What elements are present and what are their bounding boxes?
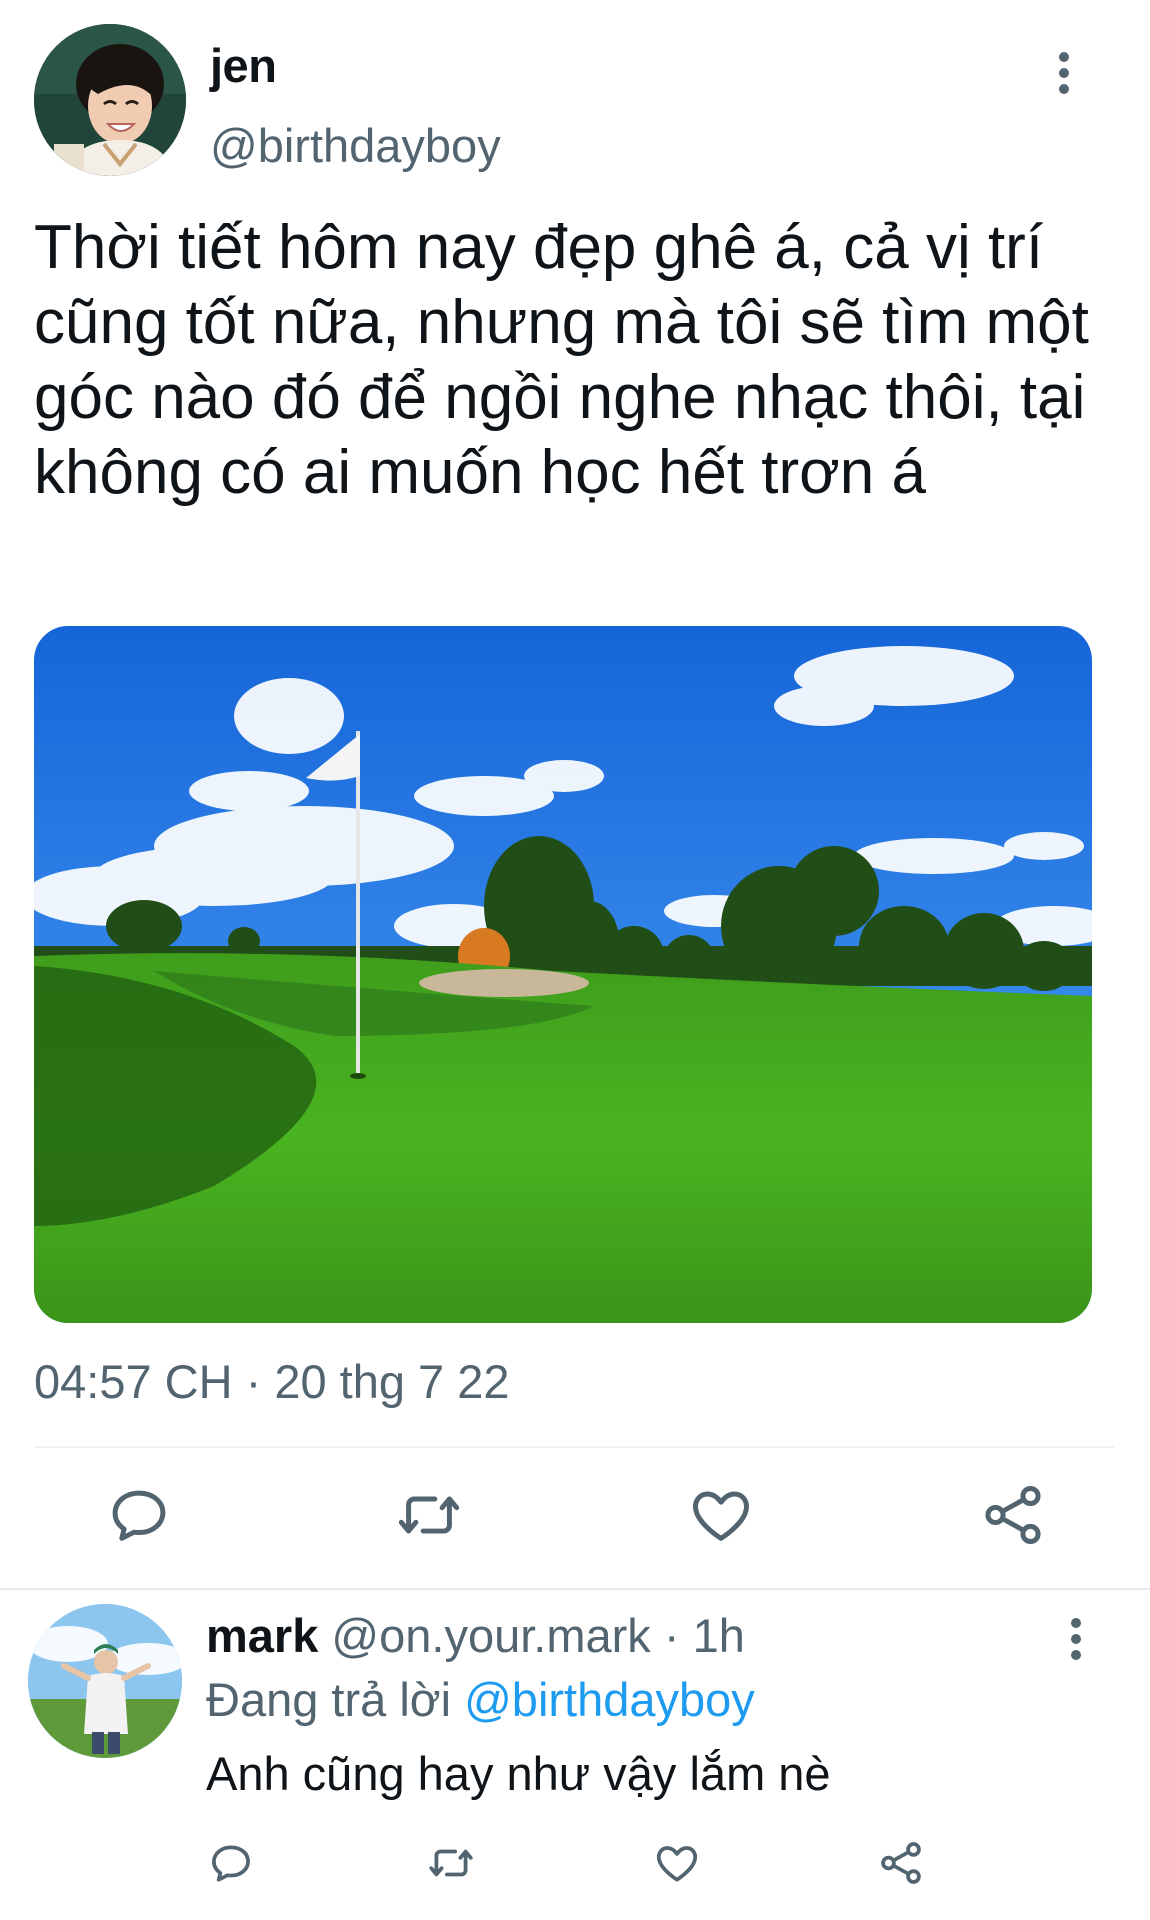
author-name[interactable]: jen [210,38,277,93]
share-icon [985,1485,1041,1545]
like-button[interactable] [686,1480,756,1550]
more-dot [1059,68,1069,78]
reply-time[interactable]: 1h [693,1609,745,1662]
golf-course-image [34,626,1092,1323]
reply-button[interactable] [104,1480,174,1550]
more-dot [1071,1618,1081,1628]
share-button[interactable] [978,1480,1048,1550]
replying-to: Đang trả lời @birthdayboy [206,1672,755,1727]
avatar-photo [28,1604,182,1758]
reply-icon [212,1845,250,1882]
reply-more-options-button[interactable] [1060,1614,1092,1664]
more-dot [1059,84,1069,94]
tweet-detail-screen: jen @birthdayboy Thời tiết hôm nay đẹp g… [0,0,1150,1920]
retweet-icon [429,1849,473,1877]
author-handle[interactable]: @birthdayboy [210,118,501,173]
more-dot [1059,52,1069,62]
tweet-timestamp[interactable]: 04:57 CH · 20 thg 7 22 [34,1354,510,1409]
more-dot [1071,1650,1081,1660]
share-icon [881,1842,921,1884]
more-options-button[interactable] [1048,48,1080,98]
reply-retweet-button[interactable] [426,1838,476,1888]
reply-author-handle[interactable]: @on.your.mark [331,1609,650,1662]
replying-to-mention[interactable]: @birthdayboy [464,1673,755,1726]
replying-to-label: Đang trả lời [206,1673,452,1726]
separator-dot: · [663,1609,680,1662]
retweet-icon [398,1496,460,1534]
like-icon [656,1846,698,1882]
reply-icon [112,1490,166,1541]
reply-reply-button[interactable] [206,1838,256,1888]
reply-header: mark @on.your.mark · 1h [206,1608,745,1663]
retweet-button[interactable] [394,1480,464,1550]
reply-author-avatar[interactable] [28,1604,182,1758]
reply-text: Anh cũng hay như vậy lắm nè [206,1747,831,1800]
more-dot [1071,1634,1081,1644]
reply-author-name[interactable]: mark [206,1609,318,1662]
tweet-text: Thời tiết hôm nay đẹp ghê á, cả vị trí c… [34,213,1089,507]
author-avatar[interactable] [34,24,186,176]
reply-like-button[interactable] [652,1838,702,1888]
divider [34,1446,1114,1448]
like-icon [693,1491,749,1541]
section-divider [0,1588,1150,1590]
tweet-photo[interactable] [34,626,1092,1323]
avatar-photo [34,24,186,176]
reply-share-button[interactable] [876,1838,926,1888]
